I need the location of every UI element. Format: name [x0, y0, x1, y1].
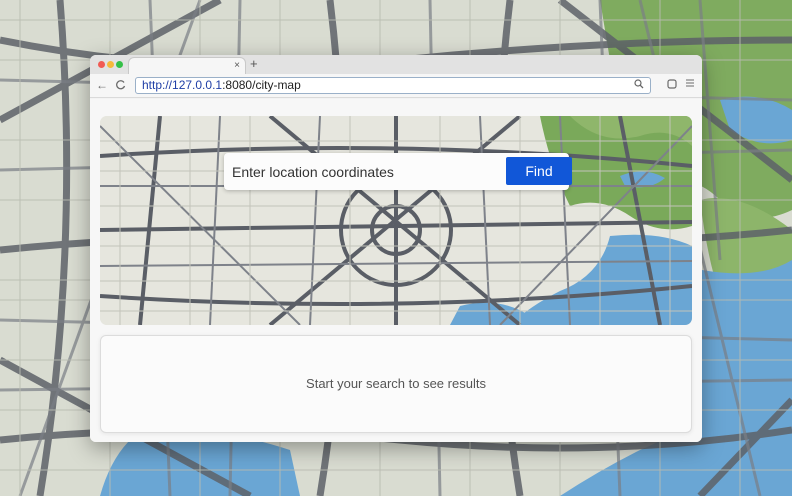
reload-icon[interactable] [115, 77, 126, 94]
back-arrow-icon[interactable]: ← [96, 77, 108, 93]
page-content: Find Start your search to see results [90, 99, 702, 442]
city-map-panel[interactable]: Find [100, 116, 692, 325]
extension-icon[interactable] [667, 78, 677, 93]
tab-close-icon[interactable]: × [234, 59, 240, 73]
maximize-window-button[interactable] [116, 61, 123, 68]
minimize-window-button[interactable] [107, 61, 114, 68]
location-search-box: Find [224, 153, 572, 190]
results-panel: Start your search to see results [100, 335, 692, 433]
browser-window: × + ← http://127.0.0.1:8080/city-map Ent… [90, 55, 702, 442]
menu-icon[interactable] [685, 78, 695, 92]
find-button[interactable]: Find [506, 157, 572, 185]
url-scheme: http:// [142, 78, 173, 92]
url-path: :8080/city-map [222, 78, 301, 92]
address-bar[interactable]: http://127.0.0.1:8080/city-map [135, 77, 651, 94]
location-coordinates-input[interactable] [224, 153, 494, 190]
close-window-button[interactable] [98, 61, 105, 68]
browser-tab[interactable]: × [128, 57, 246, 74]
browser-toolbar: ← http://127.0.0.1:8080/city-map [90, 74, 702, 98]
new-tab-button[interactable]: + [250, 56, 258, 72]
url-host: 127.0.0.1 [172, 78, 223, 92]
tab-bar: × + [90, 55, 702, 74]
search-icon[interactable] [634, 79, 644, 93]
city-map[interactable] [100, 116, 692, 325]
results-empty-message: Start your search to see results [306, 376, 486, 391]
